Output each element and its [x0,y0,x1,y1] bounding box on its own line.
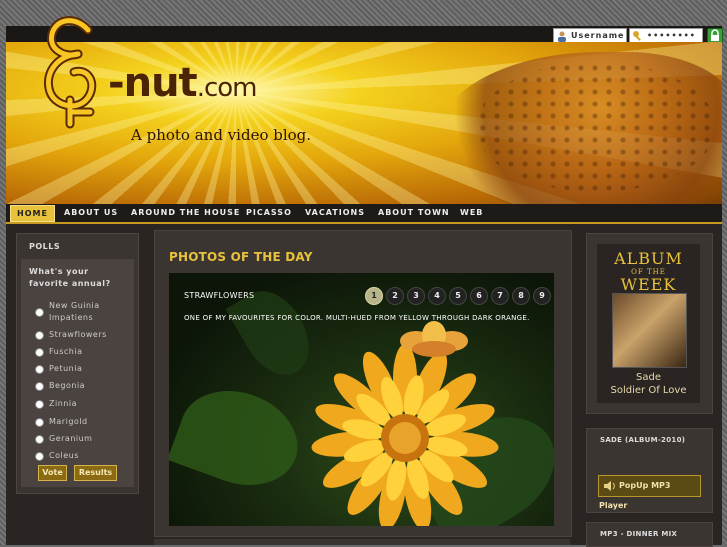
poll-option-label: Strawflowers [49,330,107,339]
sade-title: SADE (ALBUM-2010) [600,436,686,444]
album-of-the-week-heading: ALBUM OF THE WEEK [597,250,700,294]
nav-picasso[interactable]: PICASSO [246,204,292,222]
album-head-top: ALBUM [614,249,683,268]
poll-option-label: Begonia [49,381,86,390]
radio-button[interactable] [35,418,44,427]
nav-around-the-house[interactable]: AROUND THE HOUSE [131,204,240,222]
radio-button[interactable] [35,331,44,340]
nav-vacations[interactable]: VACATIONS [305,204,365,222]
cat-spots [476,62,716,192]
pager-2[interactable]: 2 [386,287,404,305]
pager-3[interactable]: 3 [407,287,425,305]
radio-button[interactable] [35,452,44,461]
poll-question: What's your favorite annual? [29,267,111,288]
logo-domain: .com [196,73,258,103]
pager-5[interactable]: 5 [449,287,467,305]
album-artist: Sade [636,372,661,383]
password-placeholder: •••••••• [647,31,696,40]
radio-button[interactable] [35,435,44,444]
poll-option-label: Zinnia [49,399,77,408]
logo-name: -nut [108,60,198,106]
poll-option-label: Marigold [49,417,88,426]
slide-title: STRAWFLOWERS [184,291,255,300]
logo-text[interactable]: -nut.com [108,60,258,106]
main-panel-next [154,539,570,545]
poll-option-label: Petunia [49,364,83,373]
vote-button[interactable]: Vote [38,465,67,481]
pager-8[interactable]: 8 [512,287,530,305]
pager-6[interactable]: 6 [470,287,488,305]
nav-about-town[interactable]: ABOUT TOWN [378,204,450,222]
tagline: A photo and video blog. [131,126,312,144]
pager-1[interactable]: 1 [365,287,383,305]
popup-mp3-player-button[interactable]: PopUp MP3 Player [598,475,701,510]
album-name: Soldier Of Love [610,385,687,396]
user-icon [556,30,568,42]
album-info: Sade Soldier Of Love [597,371,700,397]
album-cover-image[interactable] [612,293,687,368]
radio-button[interactable] [35,348,44,357]
dinner-mix-title: MP3 - DINNER MIX [600,530,678,538]
nav-home[interactable]: HOME [10,205,55,222]
page-title: PHOTOS OF THE DAY [169,250,313,264]
results-button[interactable]: Results [74,465,117,481]
slide-caption: ONE OF MY FAVOURITES FOR COLOR. MULTI-HU… [184,314,530,322]
poll-option-label: New Guinia Impatiens [49,301,100,322]
album-head-bottom: WEEK [620,275,677,294]
key-icon [632,30,644,42]
slideshow-photo[interactable] [169,273,554,526]
speaker-icon [603,479,617,493]
pager-7[interactable]: 7 [491,287,509,305]
poll-option-label: Coleus [49,451,79,460]
lock-icon [708,29,722,43]
radio-button[interactable] [35,382,44,391]
pager-9[interactable]: 9 [533,287,551,305]
nav-about-us[interactable]: ABOUT US [64,204,118,222]
poll-title: POLLS [29,242,61,251]
poll-option-label: Fuschia [49,347,83,356]
poll-option-label: Geranium [49,434,93,443]
radio-button[interactable] [35,365,44,374]
pager-4[interactable]: 4 [428,287,446,305]
radio-button[interactable] [35,308,44,317]
strawflower-image [311,321,499,526]
username-placeholder: Username [571,31,625,40]
main-nav: HOME ABOUT US AROUND THE HOUSE PICASSO V… [6,204,722,224]
logo-symbol-icon[interactable] [36,8,116,158]
nav-web[interactable]: WEB [460,204,483,222]
radio-button[interactable] [35,400,44,409]
